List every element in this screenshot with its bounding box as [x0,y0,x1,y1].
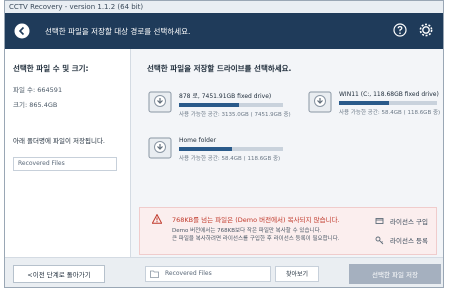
save-path-value: Recovered Files [165,270,212,277]
drive-free-space: 사용 가능한 공간: 3135.0GB ( 7451.9GB 중) [179,112,291,118]
drive-usage-fill [179,103,240,107]
demo-warning-box: 768KB를 넘는 파일은 (Demo 버전에서) 복사되지 않습니다. Dem… [139,207,437,255]
summary-title: 선택한 파일 수 및 크기: [13,64,89,73]
drive-name: Home folder [179,137,217,144]
app-window: CCTV Recovery - version 1.1.2 (64 bit) 선… [4,0,444,288]
drive-item-home-folder[interactable]: Home folder 사용 가능한 공간: 58.4GB ( 118.6GB … [147,135,283,162]
hard-drive-icon [308,91,332,113]
help-button[interactable] [391,21,409,39]
drive-usage-bar [339,101,437,105]
warning-title: 768KB를 넘는 파일은 (Demo 버전에서) 복사되지 않습니다. [172,216,340,224]
drive-usage-bar [179,147,283,151]
settings-button[interactable] [417,21,435,39]
drive-name: WIN11 (C:, 118.68GB fixed drive) [339,91,439,98]
selection-summary-panel: 선택한 파일 수 및 크기: 파일 수: 664591 크기: 865.4GB … [5,49,131,257]
save-selected-files-button[interactable]: 선택한 파일 저장 [349,263,441,284]
footer-bar: <이전 단계로 돌아가기 Recovered Files 찾아보기 선택한 파일… [5,257,443,287]
drive-usage-fill [179,147,233,151]
drive-name: 878 로, 7451.91GB fixed drive) [179,93,272,100]
hard-drive-icon [148,91,172,113]
folder-name-input[interactable] [13,156,117,171]
drive-free-space: 사용 가능한 공간: 58.4GB ( 118.6GB 중) [179,156,281,162]
back-arrow-icon [14,23,30,39]
gear-icon [419,23,433,37]
drive-item-win11[interactable]: WIN11 (C:, 118.68GB fixed drive) 사용 가능한 … [307,89,440,116]
cart-icon [375,217,384,224]
save-path-field[interactable]: Recovered Files [145,265,271,282]
key-icon [375,236,384,244]
previous-step-button[interactable]: <이전 단계로 돌아가기 [13,264,105,283]
hard-drive-icon [148,137,172,159]
drive-selection-panel: 선택한 파일을 저장할 드라이브를 선택하세요. 878 로, 7451.91G… [131,49,443,257]
warning-icon [152,214,162,224]
total-size: 크기: 865.4GB [13,101,58,109]
window-title: CCTV Recovery - version 1.1.2 (64 bit) [9,3,144,11]
file-count: 파일 수: 664591 [13,86,63,94]
browse-button[interactable]: 찾아보기 [275,265,319,282]
drive-usage-bar [179,103,283,107]
register-license-label: 라이선스 등록 [390,237,428,245]
drive-section-title: 선택한 파일을 저장할 드라이브를 선택하세요. [147,64,292,73]
title-bar: CCTV Recovery - version 1.1.2 (64 bit) [5,1,443,13]
folder-icon [150,270,159,278]
page-title: 선택한 파일을 저장할 대상 경로를 선택하세요. [45,26,191,36]
drive-item-878[interactable]: 878 로, 7451.91GB fixed drive) 사용 가능한 공간:… [147,89,291,118]
buy-license-label: 라이선스 구입 [390,218,428,226]
drive-free-space: 사용 가능한 공간: 58.4GB ( 118.6GB 중) [339,110,441,116]
header-bar: 선택한 파일을 저장할 대상 경로를 선택하세요. [5,13,443,49]
buy-license-link[interactable]: 라이선스 구입 [375,216,428,226]
drive-usage-fill [339,101,389,105]
help-icon [393,23,407,37]
register-license-link[interactable]: 라이선스 등록 [375,235,428,245]
back-button[interactable] [11,20,33,42]
folder-label: 아래 폴더명에 파일이 저장됩니다. [13,137,105,145]
